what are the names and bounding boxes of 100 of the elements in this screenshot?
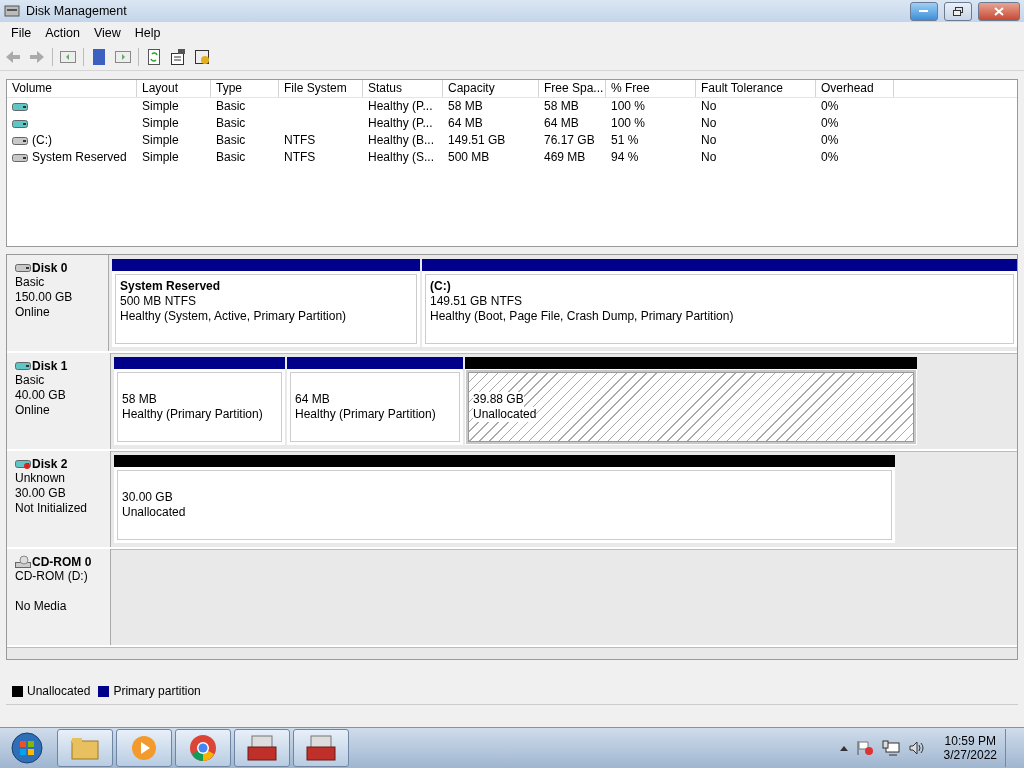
partition-block[interactable]: 58 MB Healthy (Primary Partition): [117, 372, 282, 442]
minimize-icon: [919, 9, 929, 13]
partition-info: Healthy (Primary Partition): [122, 407, 263, 422]
volume-icon[interactable]: [907, 740, 926, 756]
taskbar-button[interactable]: [57, 729, 113, 767]
table-cell: 100 %: [611, 98, 646, 115]
table-cell: 94 %: [611, 149, 639, 166]
table-cell: NTFS: [284, 132, 316, 149]
flag-icon[interactable]: [855, 740, 874, 756]
media-player-icon: [131, 735, 157, 761]
table-cell: Simple: [142, 132, 179, 149]
table-cell: Basic: [216, 149, 246, 166]
close-button[interactable]: [978, 1, 1020, 21]
panel-icon[interactable]: [114, 48, 132, 66]
table-cell: Simple: [142, 149, 179, 166]
taskbar-button[interactable]: [234, 729, 290, 767]
partition-block[interactable]: System Reserved 500 MB NTFS Healthy (System, Active, Primary Partition): [115, 274, 417, 344]
menu-item[interactable]: File: [4, 26, 39, 40]
column-header[interactable]: Layout: [137, 80, 211, 97]
table-cell: 64 MB: [544, 115, 579, 132]
browser-icon: [189, 734, 217, 762]
properties-icon[interactable]: [169, 48, 187, 66]
table-cell: 100 %: [611, 115, 646, 132]
column-header[interactable]: File System: [279, 80, 363, 97]
disk-name: Disk 1: [32, 359, 68, 373]
drive-icon: [15, 263, 31, 273]
table-cell: NTFS: [284, 149, 316, 166]
table-cell: Healthy (P...: [368, 98, 433, 115]
menu-item[interactable]: View: [86, 26, 128, 40]
table-cell: No: [701, 132, 717, 149]
column-header[interactable]: Status: [363, 80, 443, 97]
minimize-button[interactable]: [910, 1, 938, 21]
table-cell: 0%: [821, 149, 839, 166]
cd-drive-icon: [15, 555, 31, 569]
taskbar-button[interactable]: [293, 729, 349, 767]
partition-block[interactable]: 39.88 GB Unallocated: [468, 372, 914, 442]
refresh-icon[interactable]: [145, 48, 163, 66]
restore-icon: [953, 6, 963, 16]
table-cell: 0%: [821, 115, 839, 132]
taskbar-button[interactable]: [175, 729, 231, 767]
partition-info: 58 MB: [122, 392, 157, 407]
clock[interactable]: 10:59 PM 3/27/2022: [943, 734, 997, 762]
window-title: Disk Management: [26, 4, 128, 18]
show-hidden-icons[interactable]: [839, 745, 848, 751]
menu-item[interactable]: Action: [38, 26, 87, 40]
column-header[interactable]: Free Spa...: [539, 80, 606, 97]
table-cell: Basic: [216, 115, 246, 132]
disk-label[interactable]: Disk 1 Basic 40.00 GB Online: [7, 353, 111, 449]
disk-name: CD-ROM 0: [32, 555, 92, 569]
network-icon[interactable]: [881, 740, 900, 756]
folder-icon: [71, 736, 99, 760]
disk-label[interactable]: CD-ROM 0 CD-ROM (D:) No Media: [7, 549, 111, 645]
drive-icon: [12, 101, 28, 112]
table-cell: 64 MB: [448, 115, 483, 132]
partition-info: 64 MB: [295, 392, 330, 407]
disk-name: Disk 0: [32, 261, 68, 275]
partition-title: System Reserved: [120, 279, 222, 294]
disk-label[interactable]: Disk 0 Basic 150.00 GB Online: [7, 255, 109, 351]
partition-block[interactable]: 30.00 GB Unallocated: [117, 470, 892, 540]
disk-info: 150.00 GB: [15, 290, 73, 304]
restore-button[interactable]: [944, 1, 972, 21]
disk-label[interactable]: Disk 2 Unknown 30.00 GB Not Initialized: [7, 451, 111, 547]
disk-info: Online: [15, 403, 50, 417]
panel-icon[interactable]: [59, 48, 77, 66]
column-header[interactable]: Capacity: [443, 80, 539, 97]
disk-info: CD-ROM (D:): [15, 569, 88, 583]
column-header[interactable]: % Free: [606, 80, 696, 97]
table-cell: 51 %: [611, 132, 639, 149]
table-cell: Healthy (S...: [368, 149, 435, 166]
table-cell: 0%: [821, 98, 839, 115]
table-cell: 0%: [821, 132, 839, 149]
partition-info: 30.00 GB: [122, 490, 173, 505]
disk-info: Online: [15, 305, 50, 319]
column-header[interactable]: Type: [211, 80, 279, 97]
disk-info: Unknown: [15, 471, 66, 485]
partition-info: 500 MB NTFS: [120, 294, 197, 309]
partition-block[interactable]: (C:) 149.51 GB NTFS Healthy (Boot, Page File, Crash Dump, Primary Partition): [425, 274, 1014, 344]
disk-name: Disk 2: [32, 457, 68, 471]
disk-management-icon: [4, 4, 20, 18]
column-header[interactable]: Overhead: [816, 80, 894, 97]
table-cell: No: [701, 98, 717, 115]
taskbar-button[interactable]: [116, 729, 172, 767]
partition-title: (C:): [430, 279, 452, 294]
table-cell: 469 MB: [544, 149, 586, 166]
partition-info: Unallocated: [122, 505, 186, 520]
table-cell: Basic: [216, 98, 246, 115]
disk-info: 40.00 GB: [15, 388, 66, 402]
disk-info: Not Initialized: [15, 501, 88, 515]
drive-icon: [15, 459, 31, 469]
table-cell: Healthy (B...: [368, 132, 435, 149]
partition-info: Healthy (Primary Partition): [295, 407, 436, 422]
column-header[interactable]: Volume: [7, 80, 137, 97]
drive-icon: [12, 135, 28, 146]
partition-block[interactable]: 64 MB Healthy (Primary Partition): [290, 372, 460, 442]
toolbox-icon: [306, 735, 336, 761]
drive-icon: [12, 118, 28, 129]
table-cell: (C:): [32, 132, 52, 149]
column-header[interactable]: Fault Tolerance: [696, 80, 816, 97]
menu-item[interactable]: Help: [127, 26, 168, 40]
table-cell: Healthy (P...: [368, 115, 433, 132]
